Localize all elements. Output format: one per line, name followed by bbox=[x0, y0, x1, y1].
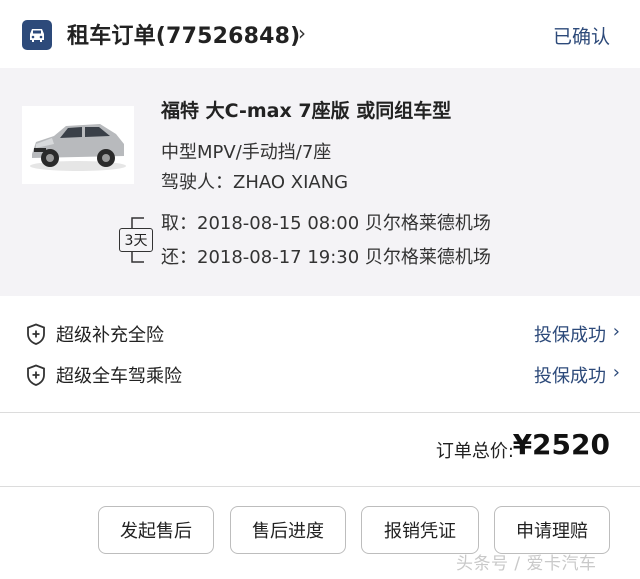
insurance-name: 超级全车驾乘险 bbox=[56, 366, 182, 387]
return-info: 还：2018-08-17 19:30 贝尔格莱德机场 bbox=[161, 247, 491, 268]
insurance-claim-button[interactable]: 申请理赔 bbox=[494, 506, 610, 554]
order-total-label: 订单总价: bbox=[435, 441, 514, 462]
chevron-right-icon[interactable]: › bbox=[613, 362, 620, 383]
after-sale-progress-button[interactable]: 售后进度 bbox=[230, 506, 346, 554]
insurance-status-link[interactable]: 投保成功 bbox=[534, 321, 606, 347]
driver-name: 驾驶人：ZHAO XIANG bbox=[161, 172, 349, 193]
shield-plus-icon bbox=[27, 323, 45, 345]
vehicle-name: 福特 大C-max 7座版 或同组车型 bbox=[161, 100, 452, 122]
section-divider bbox=[0, 486, 640, 487]
insurance-status-link[interactable]: 投保成功 bbox=[534, 362, 606, 388]
insurance-row-driver-passenger[interactable]: 超级全车驾乘险 投保成功 › bbox=[0, 356, 640, 396]
car-photo bbox=[22, 106, 134, 184]
insurance-row-super-full[interactable]: 超级补充全险 投保成功 › bbox=[0, 315, 640, 355]
order-total-value: ¥2520 bbox=[512, 428, 610, 461]
section-divider bbox=[0, 412, 640, 413]
chevron-right-icon[interactable]: › bbox=[298, 21, 306, 45]
order-title[interactable]: 租车订单(77526848) bbox=[67, 18, 300, 50]
rental-days-badge: 3天 bbox=[119, 228, 153, 252]
watermark: 头条号 / 爱卡汽车 bbox=[456, 554, 597, 574]
order-header[interactable]: 租车订单(77526848) › 已确认 bbox=[0, 0, 640, 68]
order-status: 已确认 bbox=[552, 26, 610, 48]
pickup-info: 取：2018-08-15 08:00 贝尔格莱德机场 bbox=[161, 213, 491, 234]
shield-plus-icon bbox=[27, 364, 45, 386]
insurance-name: 超级补充全险 bbox=[56, 325, 164, 346]
rental-detail-card: 福特 大C-max 7座版 或同组车型 中型MPV/手动挡/7座 驾驶人：ZHA… bbox=[0, 68, 640, 296]
reimbursement-voucher-button[interactable]: 报销凭证 bbox=[361, 506, 479, 554]
car-icon bbox=[22, 20, 52, 50]
vehicle-spec: 中型MPV/手动挡/7座 bbox=[161, 142, 332, 163]
after-sale-button[interactable]: 发起售后 bbox=[98, 506, 214, 554]
chevron-right-icon[interactable]: › bbox=[613, 321, 620, 342]
